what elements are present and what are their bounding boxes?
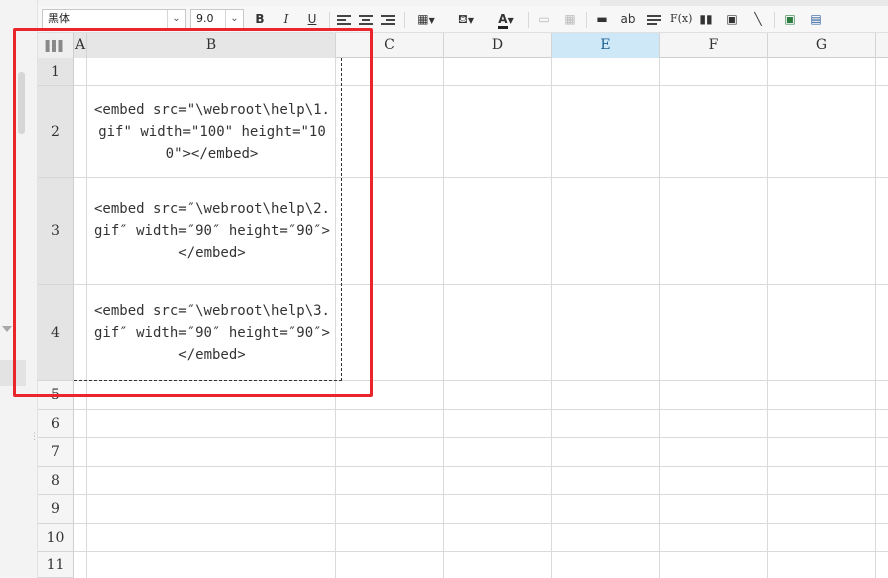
- font-name-select[interactable]: 黑体 ⌄: [42, 9, 186, 29]
- row-header-6[interactable]: 6: [38, 410, 74, 438]
- wrap-text-icon: [647, 14, 661, 26]
- toolbar-divider: [528, 12, 529, 28]
- toolbar-divider: [329, 12, 330, 28]
- toolbar-divider: [774, 12, 775, 28]
- row-header-5[interactable]: 5: [38, 381, 74, 410]
- chevron-down-icon: ▼: [507, 16, 514, 25]
- align-center-button[interactable]: [358, 10, 374, 28]
- cell-b4[interactable]: <embed src=″\webroot\help\3.gif″ width=″…: [88, 285, 336, 380]
- fill-color-button[interactable]: ⛾▼: [450, 10, 482, 28]
- gridline: [767, 58, 768, 578]
- column-header-g[interactable]: G: [768, 33, 876, 58]
- chevron-down-icon[interactable]: ⌄: [225, 10, 243, 28]
- row-header-2[interactable]: 2: [38, 86, 74, 178]
- text-color-icon: A: [498, 12, 508, 29]
- select-all-corner[interactable]: ▪▪▪ ▪▪▪ ▪▪▪: [38, 33, 74, 58]
- gridline: [875, 58, 876, 578]
- row-icon: ▬: [596, 12, 608, 26]
- grid-dots-icon: ▪▪▪ ▪▪▪ ▪▪▪: [45, 37, 65, 54]
- gridline: [551, 58, 552, 578]
- row-header-9[interactable]: 9: [38, 495, 74, 524]
- panel-resize-grip-icon[interactable]: ⋮: [30, 432, 39, 442]
- strikethrough-button[interactable]: ab: [620, 10, 636, 28]
- borders-button[interactable]: ▦▼: [412, 10, 440, 28]
- page-break-line: [74, 380, 342, 381]
- column-header-d[interactable]: D: [444, 33, 552, 58]
- collapse-arrow-icon[interactable]: [2, 326, 12, 332]
- panel-selection-strip: [0, 360, 26, 386]
- freeze-panes-button[interactable]: ▣: [782, 10, 798, 28]
- cell-b2[interactable]: <embed src="\webroot\help\1.gif" width="…: [88, 86, 336, 177]
- chevron-down-icon: ▼: [467, 16, 474, 25]
- text-color-button[interactable]: A▼: [490, 10, 522, 29]
- table-icon: ▤: [810, 12, 822, 26]
- underline-button[interactable]: U: [304, 10, 320, 28]
- gridline: [74, 523, 888, 524]
- left-panel: ⋮: [0, 0, 39, 578]
- align-left-icon: [337, 14, 351, 26]
- line-icon: ╲: [754, 12, 762, 26]
- paint-bucket-icon: ⛾: [458, 12, 468, 26]
- row-header-4[interactable]: 4: [38, 285, 74, 381]
- align-right-icon: [381, 14, 395, 26]
- row-header-1[interactable]: 1: [38, 58, 74, 86]
- gridline: [74, 409, 888, 410]
- bar-chart-icon: ▮▮: [699, 12, 713, 26]
- row-header-11[interactable]: 11: [38, 552, 74, 578]
- toolbar-divider: [586, 12, 587, 28]
- gridline: [74, 437, 888, 438]
- draw-line-button[interactable]: ╲: [750, 10, 766, 28]
- scroll-thumb[interactable]: [18, 72, 25, 134]
- column-header-row: ▪▪▪ ▪▪▪ ▪▪▪ A B C D E F G: [38, 33, 888, 58]
- split-cells-button[interactable]: ▦: [562, 10, 578, 28]
- italic-button[interactable]: I: [278, 10, 294, 28]
- align-right-button[interactable]: [380, 10, 396, 28]
- row-header-3[interactable]: 3: [38, 178, 74, 285]
- insert-row-button[interactable]: ▬: [594, 10, 610, 28]
- merge-cells-icon: ▭: [538, 12, 550, 26]
- cell-b3[interactable]: <embed src=″\webroot\help\2.gif″ width=″…: [88, 178, 336, 284]
- freeze-icon: ▣: [784, 12, 796, 26]
- align-left-button[interactable]: [336, 10, 352, 28]
- font-size-select[interactable]: 9.0 ⌄: [190, 9, 244, 29]
- insert-image-button[interactable]: ▣: [724, 10, 740, 28]
- align-center-icon: [359, 14, 373, 26]
- borders-icon: ▦: [417, 12, 429, 26]
- grid-icon: ▦: [564, 12, 576, 26]
- column-header-f[interactable]: F: [660, 33, 768, 58]
- row-header-8[interactable]: 8: [38, 467, 74, 495]
- spreadsheet-grid: ▪▪▪ ▪▪▪ ▪▪▪ A B C D E F G 1 2 3 4 5 6 7 8 …: [38, 33, 888, 578]
- gridline: [443, 58, 444, 578]
- row-header-7[interactable]: 7: [38, 438, 74, 467]
- table-style-button[interactable]: ▤: [808, 10, 824, 28]
- bold-button[interactable]: B: [252, 10, 268, 28]
- column-header-e[interactable]: E: [552, 33, 660, 58]
- gridline: [74, 494, 888, 495]
- gridline: [74, 551, 888, 552]
- wrap-text-button[interactable]: [646, 10, 662, 28]
- column-header-c[interactable]: C: [336, 33, 444, 58]
- chevron-down-icon[interactable]: ⌄: [167, 10, 185, 28]
- toolbar-divider: [404, 12, 405, 28]
- format-toolbar: 黑体 ⌄ 9.0 ⌄ B I U ▦▼ ⛾▼ A▼ ▭ ▦ ▬ ab F(x) …: [38, 6, 888, 33]
- gridline: [74, 466, 888, 467]
- column-header-b[interactable]: B: [87, 33, 336, 58]
- font-name-value: 黑体: [48, 12, 70, 25]
- merge-cells-button[interactable]: ▭: [536, 10, 552, 28]
- gridline: [659, 58, 660, 578]
- page-break-line: [341, 58, 342, 381]
- chevron-down-icon: ▼: [428, 16, 435, 25]
- image-icon: ▣: [726, 12, 738, 26]
- row-header-10[interactable]: 10: [38, 524, 74, 552]
- font-size-value: 9.0: [196, 12, 214, 25]
- gridline: [86, 58, 87, 578]
- column-header-a[interactable]: A: [74, 33, 87, 58]
- insert-function-button[interactable]: F(x): [670, 10, 692, 28]
- insert-chart-button[interactable]: ▮▮: [698, 10, 714, 28]
